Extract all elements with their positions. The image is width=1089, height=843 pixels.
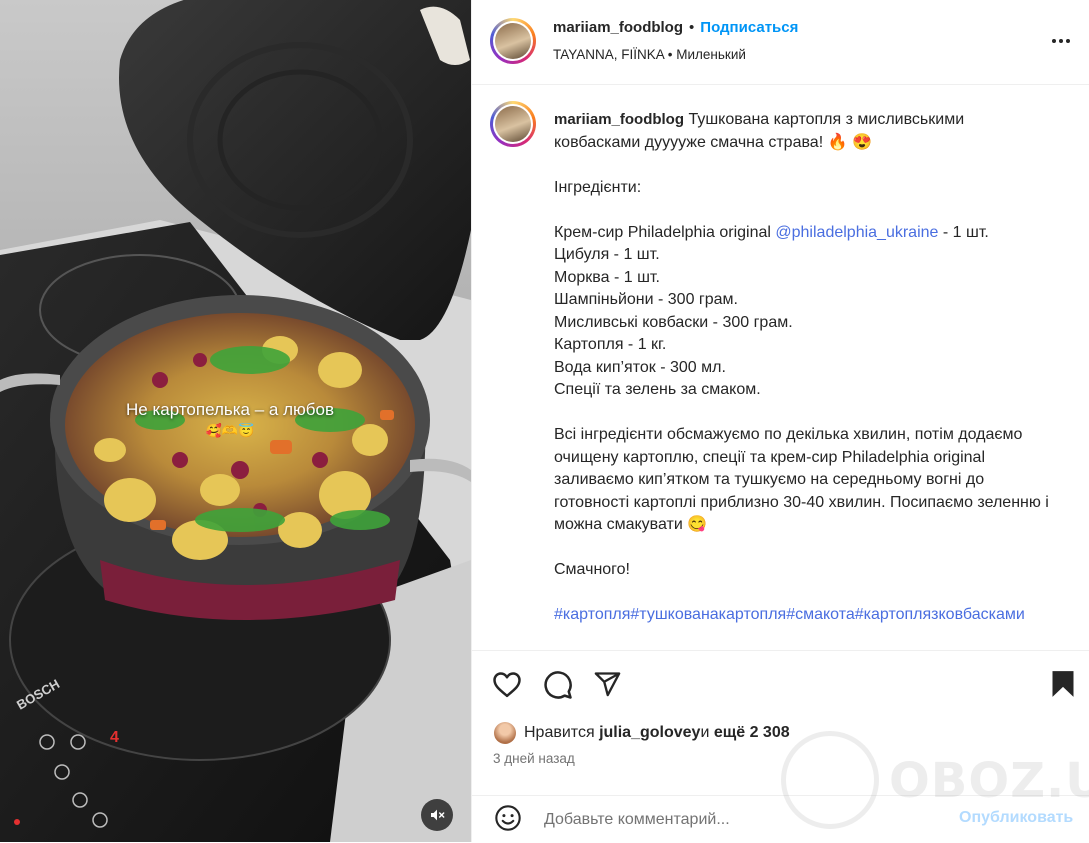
watermark-text: OBOZ.UA [889,753,1089,809]
more-options-button[interactable] [1048,30,1074,52]
likes-count[interactable]: ещё 2 308 [714,724,790,742]
watermark-globe [781,731,879,829]
ingredient-line: Шампіньйони - 300 грам. [554,291,738,308]
smiley-icon [495,805,521,831]
method-text: Всі інгредієнти обсмажуємо по декілька х… [554,426,1049,533]
liker-username[interactable]: julia_golovey [599,724,700,742]
ingredient-line: Крем-сир Philadelphia original @philadel… [554,222,1054,245]
caption-title: mariiam_foodblog Тушкована картопля з ми… [554,109,1054,154]
author-username[interactable]: mariiam_foodblog [553,19,683,36]
likes-prefix: Нравится [524,724,595,741]
follow-button[interactable]: Подписаться [700,19,798,36]
save-button[interactable] [1051,670,1075,703]
likes-middle: и [700,724,710,741]
post-timestamp[interactable]: 3 дней назад [493,751,575,766]
like-button[interactable] [492,670,522,703]
oboz-watermark: OBOZ.UA [781,731,1089,835]
ingredient-line: Спеції та зелень за смаком. [554,381,761,398]
closing-text: Смачного! [554,561,630,578]
caption-author-avatar[interactable] [490,101,536,147]
mute-button[interactable] [421,799,453,831]
post-header: mariiam_foodblog • Подписаться TAYANNA, FI… [472,0,1089,85]
more-dot-icon [1066,39,1070,43]
burner-level: 4 [110,729,119,746]
ingredient-qty: - 1 шт. [938,223,989,241]
header-title-line: mariiam_foodblog • Подписаться [553,19,798,36]
post-caption: mariiam_foodblog Тушкована картопля з ми… [554,109,1054,627]
more-dot-icon [1052,39,1056,43]
hashtags[interactable]: #картопля#тушкованакартопля#смакота#карт… [554,604,1054,627]
location-audio-line[interactable]: TAYANNA, FIЇNKA • Миленький [553,47,746,62]
mention-link[interactable]: @philadelphia_ukraine [775,224,938,241]
ingredient-text: Крем-сир Philadelphia original [554,223,776,241]
video-caption-emoji: 🥰🫶😇 [205,423,255,438]
ingredient-line: Морква - 1 шт. [554,268,660,286]
caption-scroll-area[interactable]: mariiam_foodblog Тушкована картопля з ми… [472,85,1089,650]
heart-icon [493,672,521,698]
share-button[interactable] [593,670,622,703]
video-caption-overlay: Не картопелька – а любов [126,400,334,419]
send-icon [594,672,621,697]
video-frame: BOSCH 4 [0,0,471,842]
comment-button[interactable] [543,670,573,705]
more-dot-icon [1059,39,1063,43]
bookmark-icon [1052,671,1074,697]
ingredient-line: Картопля - 1 кг. [554,336,667,353]
separator-dot: • [689,19,695,36]
likes-summary: Нравится julia_golovey и ещё 2 308 [494,722,790,744]
ingredient-line: Цибуля - 1 шт. [554,246,660,263]
post-side-panel: mariiam_foodblog • Подписаться TAYANNA, FI… [471,0,1089,842]
emoji-button[interactable] [494,804,522,837]
ingredient-line: Вода кип’яток - 300 мл. [554,358,726,376]
post-video[interactable]: BOSCH 4 Не картопелька – а любов 🥰🫶😇 [0,0,471,842]
ingredients-heading: Інгредієнти: [554,178,642,196]
speaker-muted-icon [431,809,445,821]
ingredient-line: Мисливські ковбаски - 300 грам. [554,313,793,331]
author-avatar[interactable] [490,18,536,64]
liker-avatar[interactable] [494,722,516,744]
caption-username[interactable]: mariiam_foodblog [554,111,684,128]
comment-icon [544,671,572,699]
